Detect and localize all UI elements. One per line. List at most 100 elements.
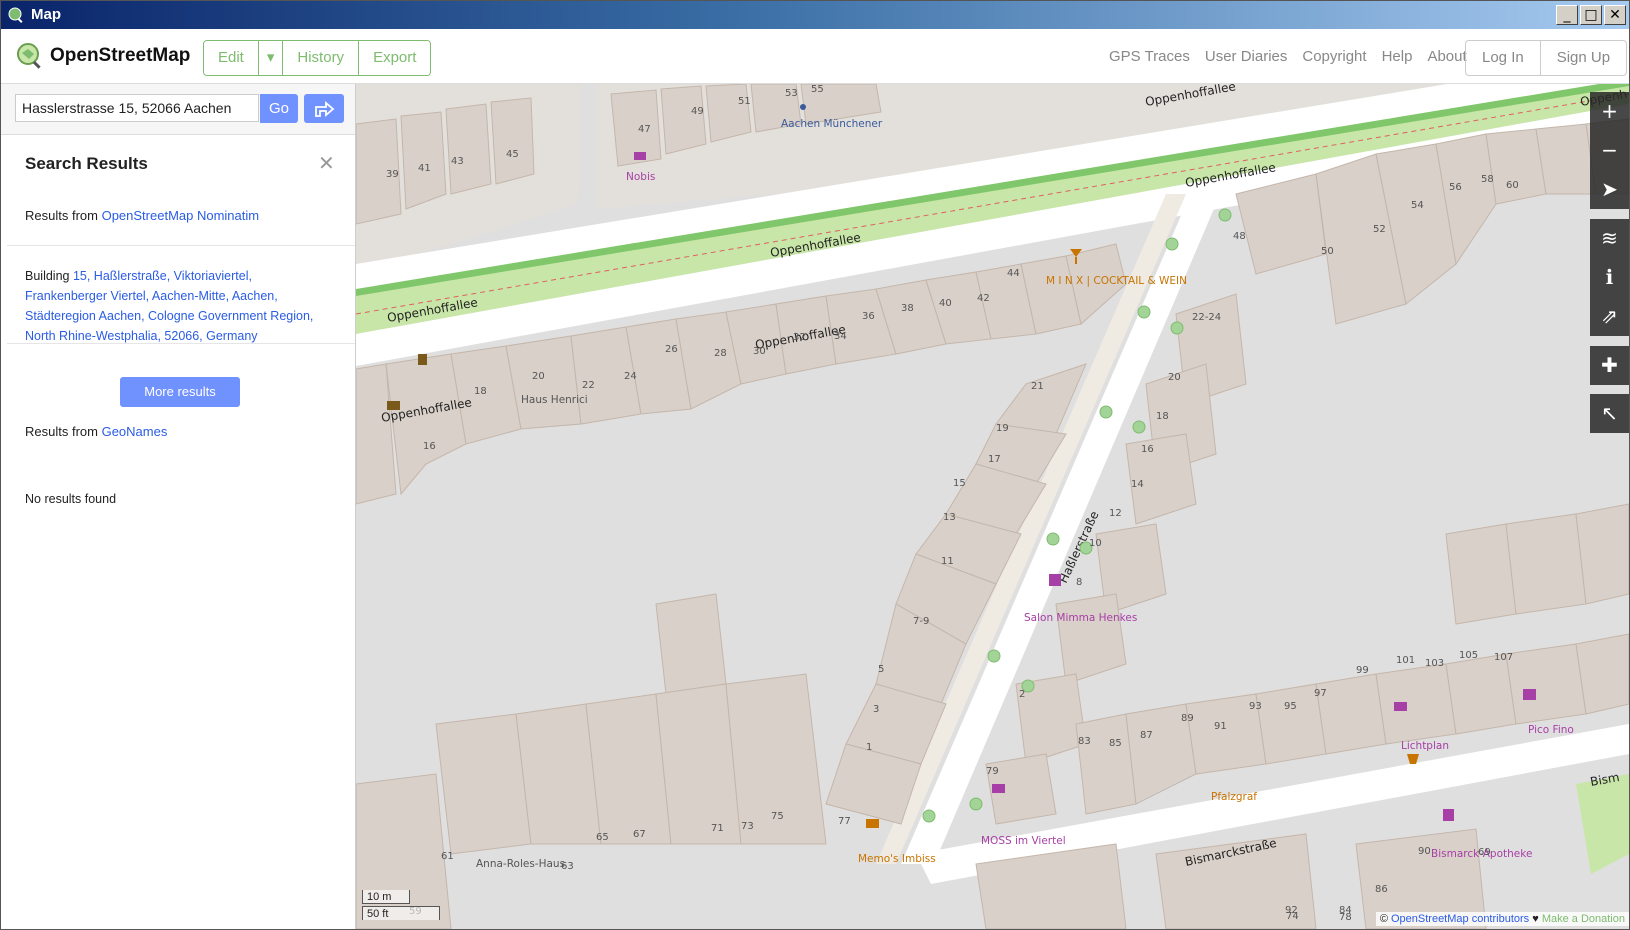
house-number: 10 [1089,538,1102,549]
fast-food-icon[interactable] [866,819,879,828]
scale-imperial: 50 ft [362,906,440,920]
search-result-item: Building 15, Haßlerstraße, Viktoriaviert… [25,266,335,346]
locate-button[interactable]: ➤ [1590,170,1629,209]
map-svg[interactable]: Oppenhoffallee Oppenhoffallee Oppenhoffa… [356,84,1629,929]
poi-pico-fino[interactable]: Pico Fino [1528,724,1574,736]
directions-button[interactable] [304,94,344,123]
nav-user-diaries[interactable]: User Diaries [1205,48,1288,65]
tree-icon [1132,420,1146,434]
nav-copyright[interactable]: Copyright [1302,48,1366,65]
poi-salon[interactable]: Salon Mimma Henkes [1024,612,1137,624]
house-number: 78 [1339,912,1352,923]
results-title: Search Results [25,154,148,173]
minimize-button[interactable]: _ [1556,5,1578,25]
house-number: 40 [939,298,952,309]
house-number: 89 [1181,713,1194,724]
donate-link[interactable]: Make a Donation [1542,913,1625,925]
close-window-button[interactable]: ✕ [1604,5,1626,25]
poi-haus-henrici[interactable]: Haus Henrici [521,394,588,406]
house-number: 22 [582,380,595,391]
sidebar: Hasslerstrasse 15, 52066 Aachen Go Searc… [1,84,356,929]
tree-icon [1165,237,1179,251]
zoom-out-button[interactable]: − [1590,131,1629,170]
house-number: 75 [771,811,784,822]
map-key-button[interactable]: ℹ [1590,258,1629,297]
house-number: 49 [691,106,704,117]
edit-button[interactable]: Edit [204,41,259,75]
search-input[interactable]: Hasslerstrasse 15, 52066 Aachen [15,94,259,122]
clothes-shop-icon[interactable] [1523,689,1536,700]
attribution-prefix: © [1379,913,1391,925]
login-button[interactable]: Log In [1466,41,1541,75]
share-button[interactable]: ⇗ [1590,297,1629,336]
house-number: 93 [1249,701,1262,712]
heart-icon: ♥ [1529,913,1542,925]
nav-help[interactable]: Help [1382,48,1413,65]
poi-aachen-muenchener[interactable]: Aachen Münchener [781,118,883,130]
poi-pfalzgraf[interactable]: Pfalzgraf [1211,791,1257,803]
house-number: 71 [711,823,724,834]
shoe-shop-icon[interactable] [992,784,1005,793]
geonames-link[interactable]: GeoNames [102,424,168,439]
lighting-shop-icon[interactable] [1394,702,1407,711]
house-number: 22-24 [1192,312,1221,323]
add-note-button[interactable]: ✚ [1590,346,1629,385]
house-number: 73 [741,821,754,832]
pharmacy-icon[interactable] [1443,809,1454,821]
tree-icon [1170,321,1184,335]
query-features-button[interactable]: ↖ [1590,394,1629,433]
geonames-prefix: Results from [25,424,102,439]
house-number: 85 [1109,738,1122,749]
minus-icon: − [1601,138,1618,162]
shoe-shop-icon[interactable] [634,152,646,160]
nominatim-link[interactable]: OpenStreetMap Nominatim [102,208,260,223]
edit-dropdown-button[interactable]: ▾ [258,41,284,75]
map-canvas[interactable]: Oppenhoffallee Oppenhoffallee Oppenhoffa… [356,84,1629,929]
post-box-icon[interactable] [387,401,400,410]
osm-logo-icon[interactable] [15,41,45,71]
house-number: 90 [1418,846,1431,857]
poi-memos[interactable]: Memo's Imbiss [858,853,936,865]
house-number: 36 [862,311,875,322]
office-icon[interactable] [800,104,806,110]
attribution-link[interactable]: OpenStreetMap contributors [1391,913,1529,925]
more-results-button[interactable]: More results [120,377,240,407]
house-number: 83 [1078,736,1091,747]
poi-nobis[interactable]: Nobis [626,171,655,183]
nav-gps-traces[interactable]: GPS Traces [1109,48,1190,65]
go-button[interactable]: Go [260,94,298,123]
house-number: 16 [1141,444,1154,455]
house-number: 30 [753,346,766,357]
export-button[interactable]: Export [359,41,431,75]
house-number: 51 [738,96,751,107]
house-number: 52 [1373,224,1386,235]
poi-lichtplan[interactable]: Lichtplan [1401,740,1449,752]
secondary-nav: GPS Traces User Diaries Copyright Help A… [1109,48,1482,65]
house-number: 15 [953,478,966,489]
poi-minx[interactable]: M I N X | COCKTAIL & WEIN [1046,275,1187,287]
house-number: 38 [901,303,914,314]
layers-button[interactable]: ≋ [1590,219,1629,258]
poi-anna-roles[interactable]: Anna-Roles-Haus [476,858,565,870]
house-number: 2 [1019,689,1025,700]
close-icon[interactable]: ✕ [318,151,335,176]
house-number: 18 [474,386,487,397]
zoom-in-button[interactable]: + [1590,92,1629,131]
hairdresser-icon[interactable] [1049,574,1061,586]
site-header: OpenStreetMap Edit ▾ History Export GPS … [1,29,1629,84]
poi-moss[interactable]: MOSS im Viertel [981,835,1066,847]
house-number: 17 [988,454,1001,465]
brand-name[interactable]: OpenStreetMap [50,45,190,67]
signup-button[interactable]: Sign Up [1541,41,1626,75]
house-number: 5 [878,664,884,675]
result-type: Building [25,269,73,283]
nominatim-heading: Results from OpenStreetMap Nominatim [25,208,259,223]
nav-about[interactable]: About [1427,48,1466,65]
cursor-query-icon: ↖ [1601,401,1618,425]
house-number: 58 [1481,174,1494,185]
maximize-button[interactable]: □ [1580,5,1602,25]
history-button[interactable]: History [283,41,360,75]
waste-basket-icon[interactable] [418,354,427,365]
location-arrow-icon: ➤ [1601,177,1618,201]
house-number: 95 [1284,701,1297,712]
